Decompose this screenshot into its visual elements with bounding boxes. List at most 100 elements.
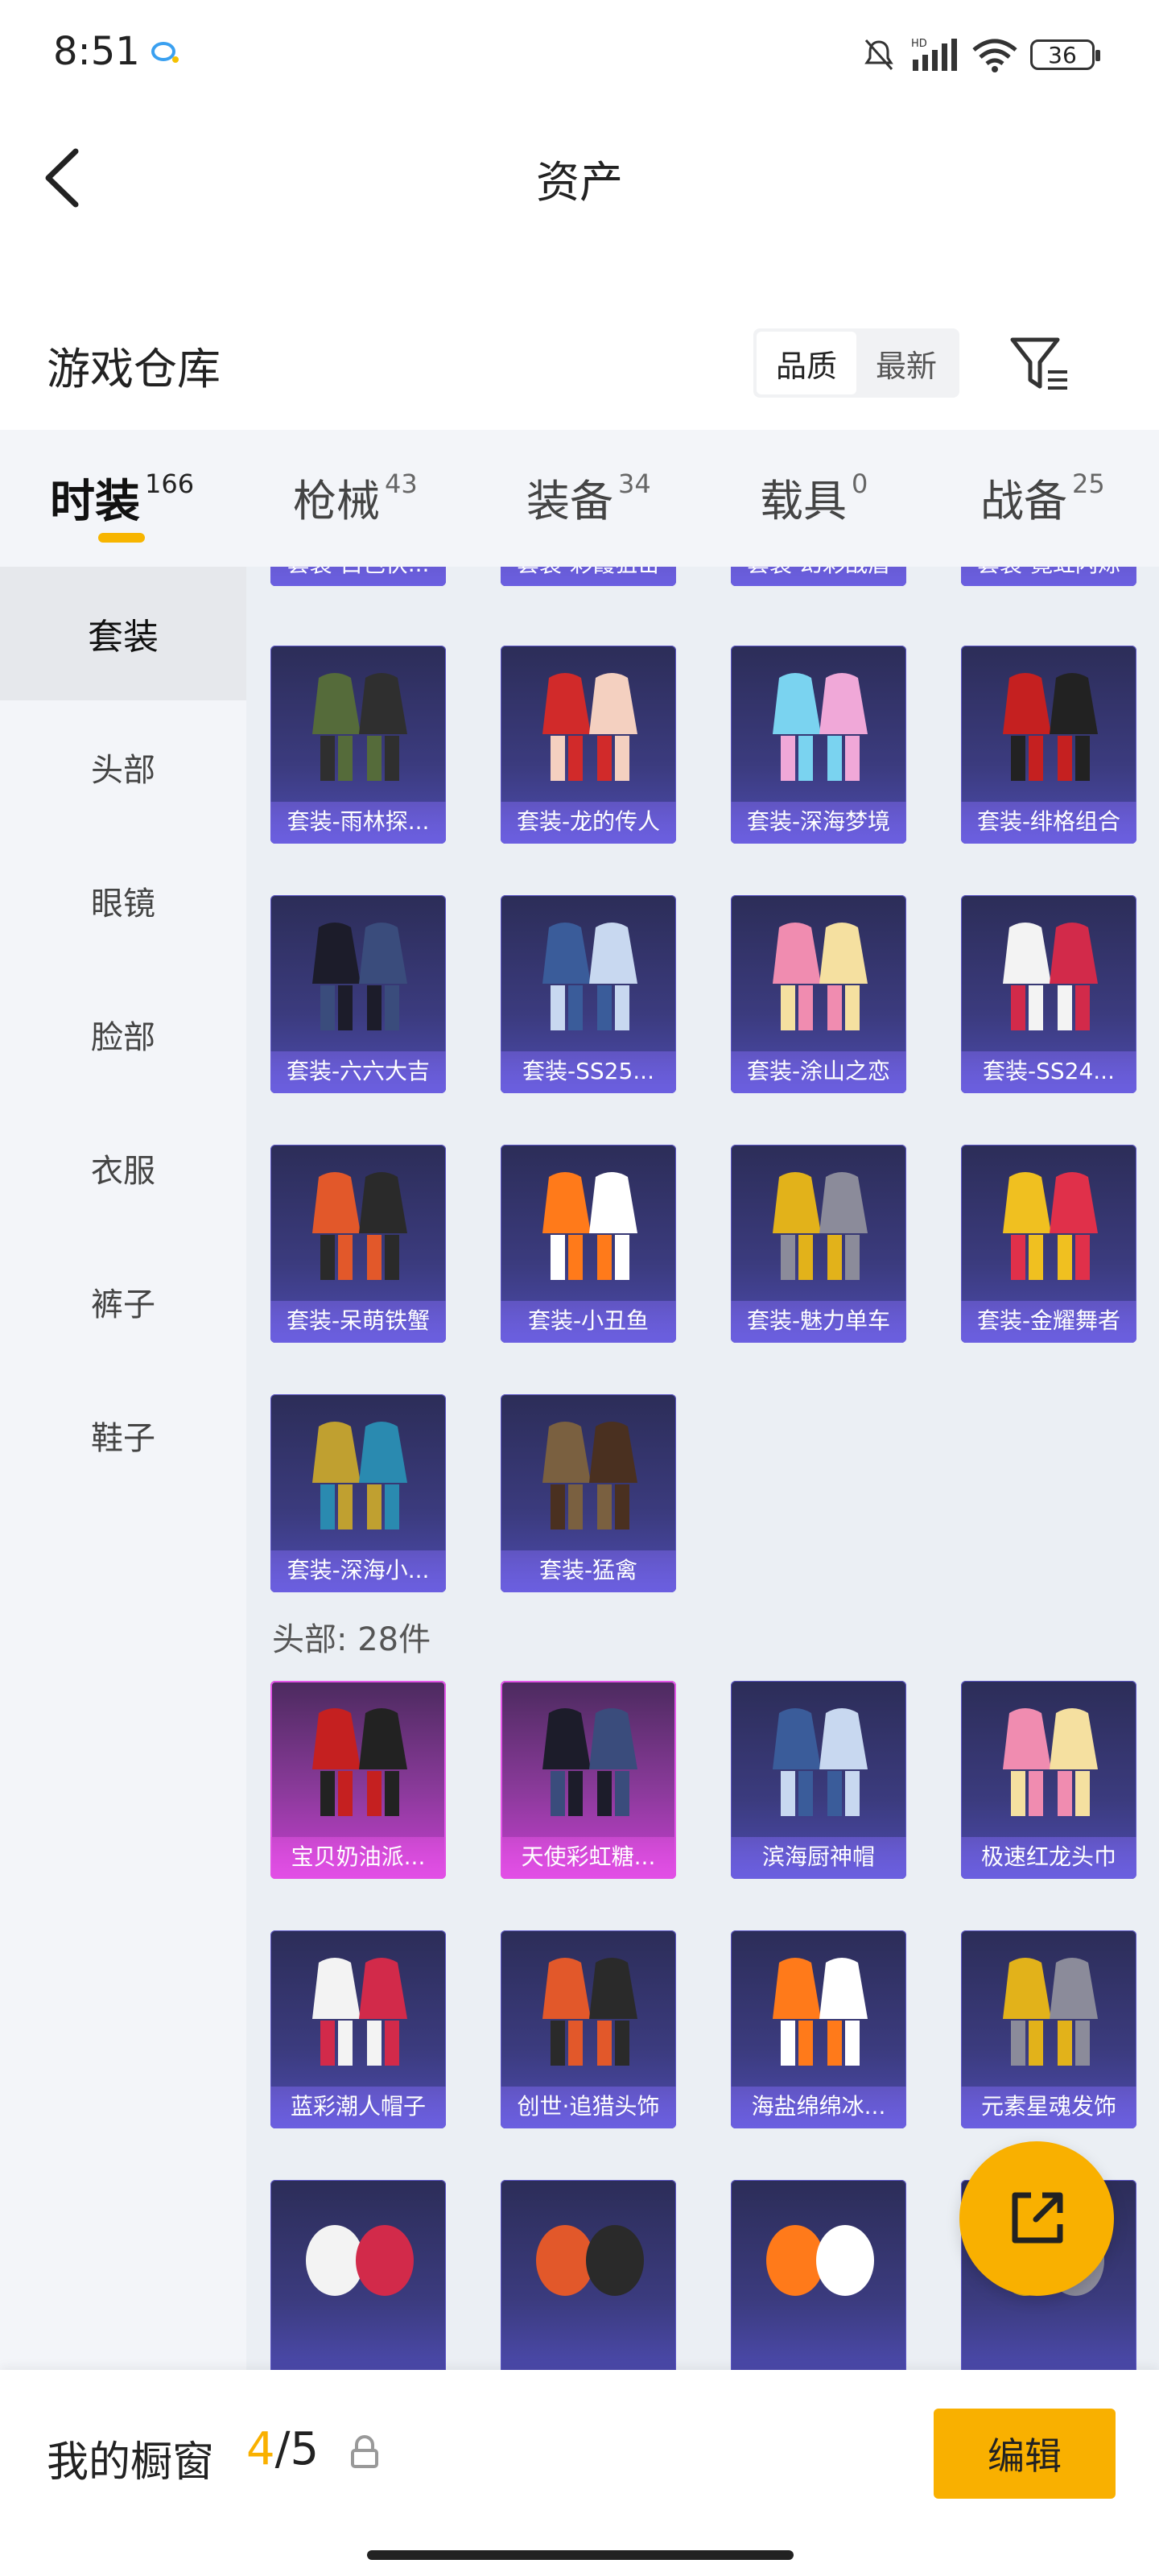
item-thumbnail bbox=[542, 1172, 637, 1280]
sidebar-item-suits[interactable]: 套装 bbox=[0, 567, 246, 700]
item-grid: 头部: 28件 套装-白色伏... 套装-彩霞狙击 套装-幻彩战盾 套装-霓虹闪烁套装… bbox=[246, 567, 1159, 2370]
item-name: 套装-龙的传人 bbox=[501, 802, 676, 844]
item-card[interactable]: 套装-SS25... bbox=[501, 895, 676, 1093]
tab-fashion[interactable]: 时装 166 bbox=[50, 465, 194, 530]
sidebar-item-clothes[interactable]: 衣服 bbox=[0, 1101, 246, 1235]
warehouse-header: 游戏仓库 品质 最新 bbox=[0, 314, 1159, 419]
tab-label: 战备 bbox=[980, 476, 1067, 526]
item-thumbnail bbox=[536, 2225, 644, 2296]
item-thumbnail bbox=[773, 1172, 868, 1280]
share-button[interactable] bbox=[959, 2141, 1114, 2296]
item-name: 套装-SS25... bbox=[501, 1051, 676, 1093]
item-card[interactable]: 套装-涂山之恋 bbox=[731, 895, 906, 1093]
item-card[interactable]: 套装-霓虹闪烁 bbox=[961, 567, 1136, 586]
item-card[interactable]: 蓝彩潮人帽子 bbox=[270, 1930, 446, 2128]
item-card[interactable]: 创世·追猎头饰 bbox=[501, 1930, 676, 2128]
item-card[interactable]: 天使彩虹糖... bbox=[501, 1681, 676, 1879]
sidebar-item-glasses[interactable]: 眼镜 bbox=[0, 834, 246, 968]
tab-label: 载具 bbox=[760, 476, 847, 526]
item-card[interactable]: 海盐绵绵冰... bbox=[731, 1930, 906, 2128]
item-card[interactable]: 套装-六六大吉 bbox=[270, 895, 446, 1093]
item-name: 海盐绵绵冰... bbox=[731, 2087, 906, 2128]
item-name: 元素星魂发饰 bbox=[961, 2087, 1136, 2128]
category-tabs: 时装 166 枪械 43 装备 34 载具 0 战备 25 bbox=[0, 430, 1159, 567]
item-name: 套装-呆萌铁蟹 bbox=[270, 1301, 446, 1343]
item-card[interactable]: 滨海厨神帽 bbox=[731, 1681, 906, 1879]
item-thumbnail bbox=[542, 673, 637, 781]
item-card[interactable]: 套装-SS24... bbox=[961, 895, 1136, 1093]
tab-count: 0 bbox=[852, 469, 868, 499]
item-name: 套装-SS24... bbox=[961, 1051, 1136, 1093]
item-card[interactable]: 宝贝奶油派... bbox=[270, 1681, 446, 1879]
item-card[interactable]: 套装-龙的传人 bbox=[501, 646, 676, 844]
item-thumbnail bbox=[773, 923, 868, 1030]
showcase-title: 我的橱窗 bbox=[47, 2438, 215, 2487]
item-name: 极速红龙头巾 bbox=[961, 1837, 1136, 1879]
item-thumbnail bbox=[773, 673, 868, 781]
item-name: 套装-深海小... bbox=[270, 1550, 446, 1592]
item-thumbnail bbox=[542, 1422, 637, 1530]
item-thumbnail bbox=[312, 1708, 407, 1816]
tab-vehicles[interactable]: 载具 0 bbox=[760, 465, 868, 529]
item-card[interactable]: 套装-深海梦境 bbox=[731, 646, 906, 844]
showcase-total: /5 bbox=[274, 2423, 320, 2475]
item-card[interactable]: 元素星魂发饰 bbox=[961, 1930, 1136, 2128]
page-title: 资产 bbox=[536, 157, 623, 208]
tab-label: 时装 bbox=[50, 476, 140, 528]
item-card[interactable]: 套装-深海小... bbox=[270, 1394, 446, 1592]
mute-bell-icon bbox=[864, 39, 893, 70]
category-sidebar: 套装 头部 眼镜 脸部 衣服 裤子 鞋子 bbox=[0, 567, 246, 2370]
tab-battle-gear[interactable]: 战备 25 bbox=[980, 465, 1105, 529]
filter-icon[interactable] bbox=[1008, 333, 1072, 394]
item-card[interactable]: 套装-彩霞狙击 bbox=[501, 567, 676, 586]
item-thumbnail bbox=[312, 673, 407, 781]
item-card[interactable] bbox=[270, 2180, 446, 2370]
sort-newest-button[interactable]: 最新 bbox=[856, 332, 956, 394]
item-thumbnail bbox=[766, 2225, 874, 2296]
item-card[interactable]: 套装-魅力单车 bbox=[731, 1145, 906, 1343]
item-name: 天使彩虹糖... bbox=[501, 1837, 676, 1879]
showcase-bar: 我的橱窗 4/5 编辑 bbox=[0, 2370, 1159, 2576]
item-card[interactable]: 套装-雨林探... bbox=[270, 646, 446, 844]
item-name: 套装-彩霞狙击 bbox=[501, 567, 676, 586]
item-card[interactable]: 套装-呆萌铁蟹 bbox=[270, 1145, 446, 1343]
tab-count: 34 bbox=[618, 469, 651, 499]
item-name: 套装-六六大吉 bbox=[270, 1051, 446, 1093]
tab-label: 装备 bbox=[526, 476, 613, 526]
item-card[interactable]: 套装-猛禽 bbox=[501, 1394, 676, 1592]
item-name: 套装-涂山之恋 bbox=[731, 1051, 906, 1093]
item-card[interactable]: 套装-金耀舞者 bbox=[961, 1145, 1136, 1343]
item-thumbnail bbox=[773, 1708, 868, 1816]
item-name: 套装-幻彩战盾 bbox=[731, 567, 906, 586]
item-card[interactable] bbox=[501, 2180, 676, 2370]
item-thumbnail bbox=[1003, 1958, 1098, 2066]
item-thumbnail bbox=[542, 1958, 637, 2066]
item-card[interactable]: 套装-小丑鱼 bbox=[501, 1145, 676, 1343]
item-card[interactable]: 极速红龙头巾 bbox=[961, 1681, 1136, 1879]
item-name: 宝贝奶油派... bbox=[270, 1837, 446, 1879]
item-thumbnail bbox=[1003, 673, 1098, 781]
tab-count: 166 bbox=[145, 469, 195, 499]
sidebar-item-shoes[interactable]: 鞋子 bbox=[0, 1368, 246, 1502]
item-name: 套装-金耀舞者 bbox=[961, 1301, 1136, 1343]
section-title-head: 头部: 28件 bbox=[272, 1621, 431, 1658]
sort-quality-button[interactable]: 品质 bbox=[757, 332, 856, 394]
battery-indicator: 36 bbox=[1030, 39, 1100, 70]
item-card[interactable]: 套装-幻彩战盾 bbox=[731, 567, 906, 586]
item-name: 套装-霓虹闪烁 bbox=[961, 567, 1136, 586]
item-card[interactable]: 套装-绯格组合 bbox=[961, 646, 1136, 844]
tab-weapons[interactable]: 枪械 43 bbox=[293, 465, 418, 529]
item-name: 套装-深海梦境 bbox=[731, 802, 906, 844]
item-card[interactable]: 套装-白色伏... bbox=[270, 567, 446, 586]
item-name: 套装-小丑鱼 bbox=[501, 1301, 676, 1343]
tab-equipment[interactable]: 装备 34 bbox=[526, 465, 651, 529]
item-card[interactable] bbox=[731, 2180, 906, 2370]
sidebar-item-face[interactable]: 脸部 bbox=[0, 968, 246, 1101]
item-thumbnail bbox=[312, 1958, 407, 2066]
item-name: 创世·追猎头饰 bbox=[501, 2087, 676, 2128]
item-thumbnail bbox=[306, 2225, 414, 2296]
item-thumbnail bbox=[312, 923, 407, 1030]
sidebar-item-head[interactable]: 头部 bbox=[0, 700, 246, 834]
sidebar-item-pants[interactable]: 裤子 bbox=[0, 1235, 246, 1368]
edit-button[interactable]: 编辑 bbox=[934, 2409, 1116, 2499]
